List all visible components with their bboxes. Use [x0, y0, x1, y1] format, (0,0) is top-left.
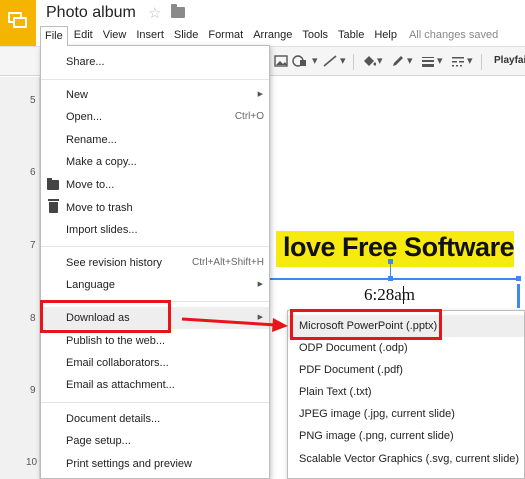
- slides-app: Photo album ☆ File Edit View Insert Slid…: [0, 0, 525, 479]
- annotation-arrow: [181, 317, 288, 332]
